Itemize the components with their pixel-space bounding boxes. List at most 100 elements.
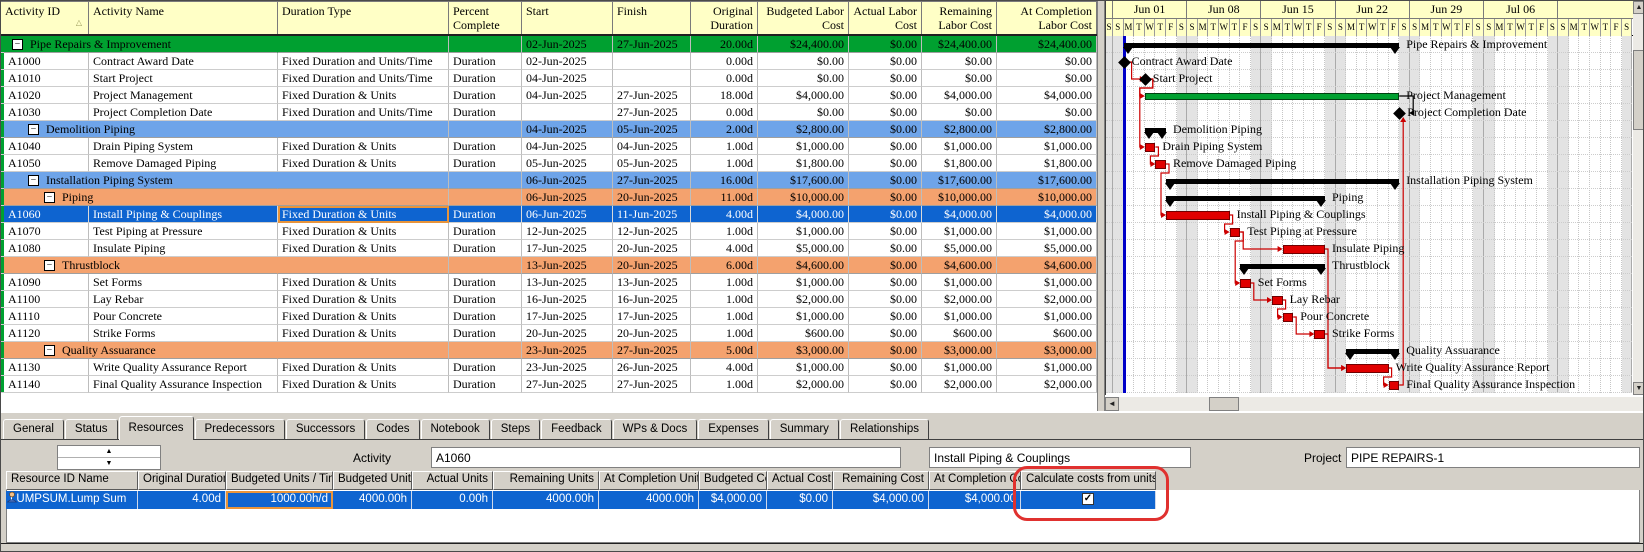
gantt-activity-bar[interactable]: [1240, 279, 1251, 288]
table-cell[interactable]: Duration: [449, 53, 522, 70]
table-cell[interactable]: [449, 257, 522, 274]
table-cell[interactable]: $1,000.00: [922, 308, 997, 325]
table-cell[interactable]: 1.00d: [691, 376, 758, 393]
table-cell[interactable]: A1070: [4, 223, 89, 240]
table-cell[interactable]: A1050: [4, 155, 89, 172]
table-cell[interactable]: A1010: [4, 70, 89, 87]
table-cell[interactable]: $2,000.00: [997, 291, 1097, 308]
pane-splitter[interactable]: [1097, 1, 1105, 411]
resource-column-header[interactable]: Resource ID Name: [6, 471, 138, 490]
table-cell[interactable]: 6.00d: [691, 257, 758, 274]
table-cell[interactable]: $17,600.00: [922, 172, 997, 189]
wbs-row[interactable]: −Piping06-Jun-202520-Jun-202511.00d$10,0…: [1, 189, 1097, 206]
table-cell[interactable]: $24,400.00: [997, 36, 1097, 53]
resource-cell[interactable]: 4000.00h: [599, 491, 699, 509]
table-cell[interactable]: Install Piping & Couplings: [89, 206, 278, 223]
resource-column-header[interactable]: Original Duration: [138, 471, 226, 490]
table-cell[interactable]: [278, 36, 449, 53]
resource-cell[interactable]: $4,000.00: [833, 491, 929, 509]
resource-column-header[interactable]: Remaining Cost: [833, 471, 929, 490]
resource-cell[interactable]: 4000.00h: [493, 491, 599, 509]
table-cell[interactable]: $1,000.00: [758, 359, 849, 376]
resource-column-header[interactable]: Budgeted Cost: [699, 471, 767, 490]
table-cell[interactable]: 11.00d: [691, 189, 758, 206]
column-header-durtype[interactable]: Duration Type: [278, 1, 449, 34]
tab-summary[interactable]: Summary: [770, 419, 839, 440]
scroll-down-icon[interactable]: ▼: [1633, 382, 1644, 395]
table-cell[interactable]: Project Management: [89, 87, 278, 104]
table-cell[interactable]: 4.00d: [691, 206, 758, 223]
table-cell[interactable]: $3,000.00: [997, 342, 1097, 359]
gantt-activity-bar[interactable]: [1272, 296, 1283, 305]
tab-wps-docs[interactable]: WPs & Docs: [613, 419, 698, 440]
table-cell[interactable]: $4,000.00: [922, 87, 997, 104]
table-cell[interactable]: $0.00: [922, 53, 997, 70]
table-cell[interactable]: Duration: [449, 359, 522, 376]
activity-row[interactable]: A1060Install Piping & CouplingsFixed Dur…: [1, 206, 1097, 223]
table-cell[interactable]: [278, 121, 449, 138]
table-cell[interactable]: 27-Jun-2025: [613, 36, 691, 53]
table-cell[interactable]: Remove Damaged Piping: [89, 155, 278, 172]
table-cell[interactable]: 11-Jun-2025: [613, 206, 691, 223]
table-cell[interactable]: $0.00: [849, 172, 922, 189]
table-cell[interactable]: $0.00: [758, 53, 849, 70]
table-cell[interactable]: Fixed Duration & Units: [278, 359, 449, 376]
table-cell[interactable]: A1060: [4, 206, 89, 223]
table-cell[interactable]: 16.00d: [691, 172, 758, 189]
table-cell[interactable]: Final Quality Assurance Inspection: [89, 376, 278, 393]
table-cell[interactable]: [278, 172, 449, 189]
table-cell[interactable]: 27-Jun-2025: [522, 376, 613, 393]
table-cell[interactable]: 20.00d: [691, 36, 758, 53]
activity-name-field[interactable]: [929, 447, 1191, 468]
table-cell[interactable]: $0.00: [849, 342, 922, 359]
table-cell[interactable]: $0.00: [849, 308, 922, 325]
table-cell[interactable]: $0.00: [849, 359, 922, 376]
table-cell[interactable]: $4,600.00: [922, 257, 997, 274]
table-cell[interactable]: [522, 104, 613, 121]
table-cell[interactable]: $4,000.00: [997, 87, 1097, 104]
activity-row[interactable]: A1020Project ManagementFixed Duration & …: [1, 87, 1097, 104]
table-cell[interactable]: $1,800.00: [758, 155, 849, 172]
gantt-summary-bar[interactable]: [1124, 43, 1400, 48]
resource-cell[interactable]: 1000.00h/d: [226, 491, 333, 509]
table-cell[interactable]: Duration: [449, 274, 522, 291]
table-cell[interactable]: Duration: [449, 376, 522, 393]
resource-column-header[interactable]: Actual Units: [412, 471, 493, 490]
gantt-summary-bar[interactable]: [1346, 349, 1399, 354]
table-cell[interactable]: Fixed Duration and Units/Time: [278, 70, 449, 87]
column-header-od[interactable]: Original Duration: [691, 1, 758, 34]
table-cell[interactable]: [449, 342, 522, 359]
table-cell[interactable]: Fixed Duration & Units: [278, 274, 449, 291]
table-cell[interactable]: 04-Jun-2025: [522, 121, 613, 138]
collapse-icon[interactable]: −: [12, 39, 23, 50]
table-cell[interactable]: Insulate Piping: [89, 240, 278, 257]
table-cell[interactable]: $10,000.00: [997, 189, 1097, 206]
tab-feedback[interactable]: Feedback: [541, 419, 612, 440]
table-cell[interactable]: $0.00: [997, 70, 1097, 87]
table-cell[interactable]: $1,000.00: [997, 138, 1097, 155]
table-cell[interactable]: $0.00: [849, 53, 922, 70]
table-cell[interactable]: 17-Jun-2025: [522, 240, 613, 257]
table-cell[interactable]: $1,000.00: [997, 359, 1097, 376]
table-cell[interactable]: 1.00d: [691, 155, 758, 172]
table-cell[interactable]: 0.00d: [691, 104, 758, 121]
table-cell[interactable]: 27-Jun-2025: [613, 376, 691, 393]
table-cell[interactable]: $1,000.00: [997, 274, 1097, 291]
table-cell[interactable]: $0.00: [849, 223, 922, 240]
activity-row[interactable]: A1100Lay RebarFixed Duration & UnitsDura…: [1, 291, 1097, 308]
table-cell[interactable]: Contract Award Date: [89, 53, 278, 70]
table-cell[interactable]: 05-Jun-2025: [522, 155, 613, 172]
calculate-costs-checkbox[interactable]: ✓: [1082, 493, 1094, 505]
table-cell[interactable]: 27-Jun-2025: [613, 342, 691, 359]
table-cell[interactable]: 4.00d: [691, 359, 758, 376]
table-cell[interactable]: $24,400.00: [758, 36, 849, 53]
table-cell[interactable]: Fixed Duration & Units: [278, 138, 449, 155]
table-cell[interactable]: Duration: [449, 325, 522, 342]
table-cell[interactable]: Fixed Duration & Units: [278, 376, 449, 393]
resource-cell[interactable]: $4,000.00: [929, 491, 1021, 509]
table-cell[interactable]: $5,000.00: [997, 240, 1097, 257]
wbs-row[interactable]: −Demolition Piping04-Jun-202505-Jun-2025…: [1, 121, 1097, 138]
table-cell[interactable]: Strike Forms: [89, 325, 278, 342]
table-cell[interactable]: Drain Piping System: [89, 138, 278, 155]
table-cell[interactable]: [449, 121, 522, 138]
